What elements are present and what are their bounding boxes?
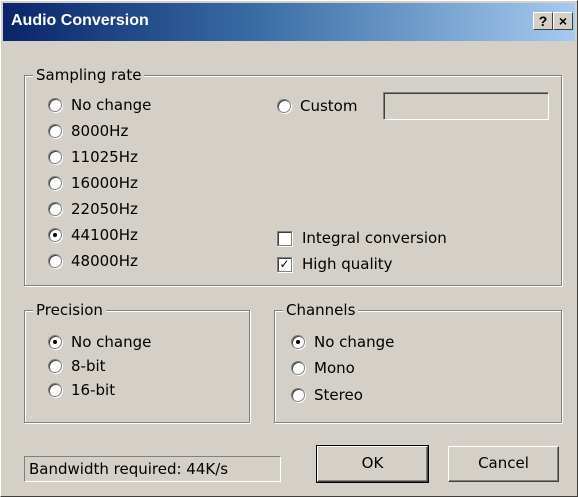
radio-label: Stereo: [314, 386, 363, 404]
radio-sampling-16000hz[interactable]: 16000Hz: [48, 172, 138, 194]
radio-button[interactable]: [48, 202, 62, 216]
ok-button[interactable]: OK: [316, 445, 429, 483]
radio-label: Custom: [300, 97, 358, 115]
radio-button[interactable]: [48, 124, 62, 138]
radio-sampling-22050hz[interactable]: 22050Hz: [48, 198, 138, 220]
radio-button[interactable]: [48, 359, 62, 373]
radio-label: No change: [314, 333, 395, 351]
custom-rate-input[interactable]: [383, 92, 549, 120]
checkbox[interactable]: [277, 230, 292, 246]
dialog-title: Audio Conversion: [11, 12, 149, 29]
radio-button[interactable]: [48, 176, 62, 190]
radio-sampling-11025hz[interactable]: 11025Hz: [48, 146, 138, 168]
precision-label: Precision: [33, 301, 106, 319]
radio-sampling-no-change[interactable]: No change: [48, 94, 151, 116]
radio-label: No change: [71, 96, 152, 114]
radio-label: 44100Hz: [71, 226, 138, 244]
radio-sampling-custom[interactable]: Custom: [277, 95, 357, 117]
radio-button-selected[interactable]: [291, 335, 305, 349]
radio-channels-mono[interactable]: Mono: [291, 357, 355, 379]
bandwidth-status: Bandwidth required: 44K/s: [24, 456, 281, 482]
radio-precision-8bit[interactable]: 8-bit: [48, 355, 106, 377]
radio-label: 48000Hz: [71, 252, 138, 270]
radio-button[interactable]: [291, 361, 305, 375]
radio-label: 8000Hz: [71, 122, 129, 140]
checkbox-integral-conversion[interactable]: Integral conversion: [277, 227, 447, 249]
channels-label: Channels: [283, 301, 359, 319]
radio-sampling-8000hz[interactable]: 8000Hz: [48, 120, 128, 142]
radio-label: 8-bit: [71, 357, 106, 375]
radio-button-selected[interactable]: [48, 335, 62, 349]
radio-label: Mono: [314, 359, 355, 377]
radio-sampling-44100hz[interactable]: 44100Hz: [48, 224, 138, 246]
radio-button-selected[interactable]: [48, 228, 62, 242]
radio-sampling-48000hz[interactable]: 48000Hz: [48, 250, 138, 272]
audio-conversion-dialog: Audio Conversion ? × Sampling rate No ch…: [0, 0, 578, 497]
radio-button[interactable]: [48, 150, 62, 164]
radio-label: 16000Hz: [71, 174, 138, 192]
checkbox-high-quality[interactable]: ✓ High quality: [277, 253, 393, 275]
radio-button[interactable]: [48, 254, 62, 268]
checkbox-checked[interactable]: ✓: [277, 256, 292, 272]
title-bar[interactable]: Audio Conversion ? ×: [3, 3, 575, 41]
radio-channels-stereo[interactable]: Stereo: [291, 384, 363, 406]
radio-label: No change: [71, 333, 152, 351]
sampling-rate-label: Sampling rate: [33, 66, 145, 84]
radio-button[interactable]: [48, 383, 62, 397]
radio-precision-no-change[interactable]: No change: [48, 331, 151, 353]
checkbox-label: Integral conversion: [302, 229, 447, 247]
radio-label: 22050Hz: [71, 200, 138, 218]
radio-label: 16-bit: [71, 381, 116, 399]
checkbox-label: High quality: [302, 255, 393, 273]
cancel-button[interactable]: Cancel: [448, 446, 559, 482]
radio-button[interactable]: [48, 98, 62, 112]
help-button[interactable]: ?: [533, 12, 553, 30]
radio-precision-16bit[interactable]: 16-bit: [48, 379, 115, 401]
radio-channels-no-change[interactable]: No change: [291, 331, 394, 353]
close-button[interactable]: ×: [553, 12, 573, 30]
radio-button[interactable]: [277, 99, 291, 113]
radio-label: 11025Hz: [71, 148, 138, 166]
radio-button[interactable]: [291, 388, 305, 402]
